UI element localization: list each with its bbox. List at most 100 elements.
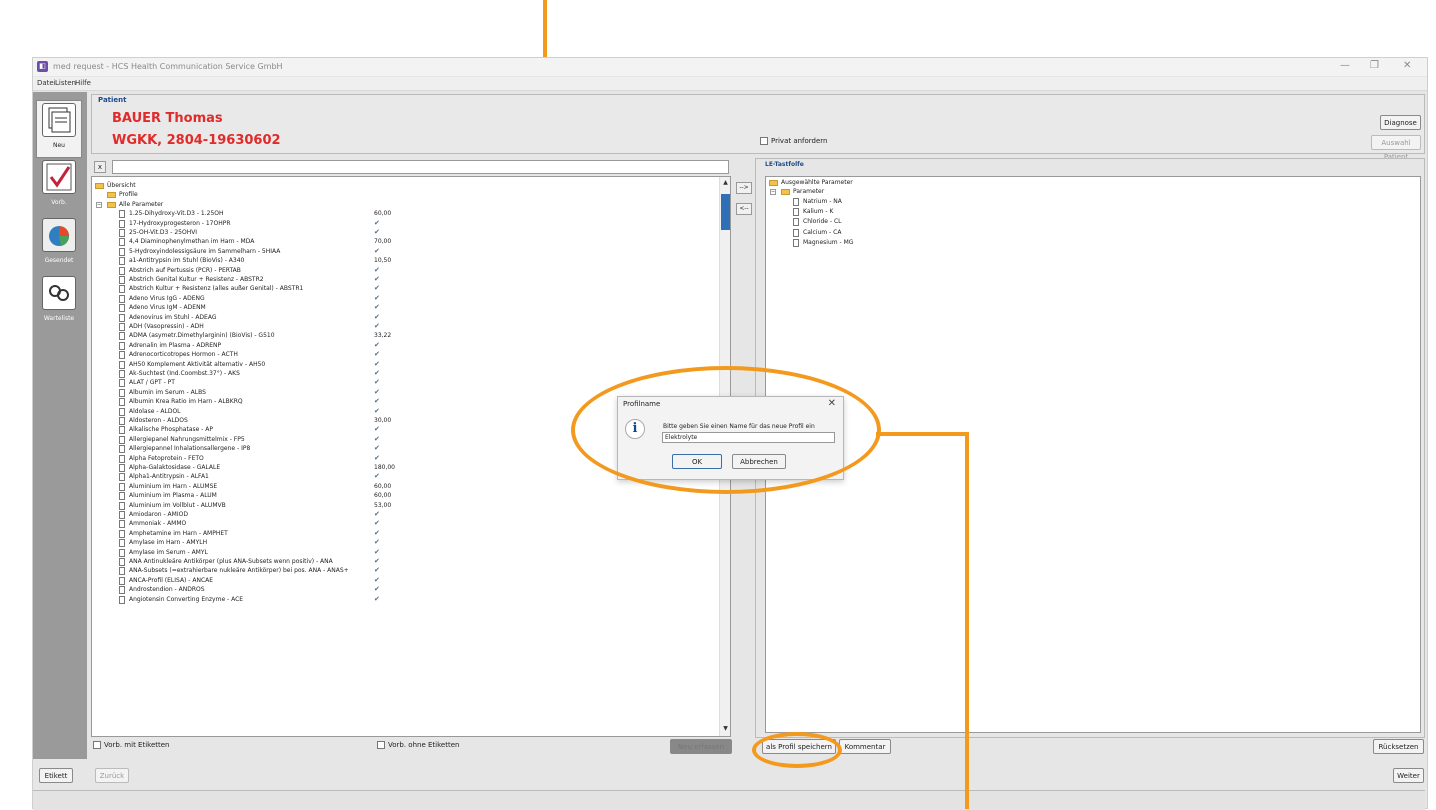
scroll-down-icon[interactable]: ▼ xyxy=(721,725,730,734)
clear-search-button[interactable]: x xyxy=(94,161,106,173)
parameter-item[interactable]: ADMA (asymetr.Dimethylarginin) (BioVis) … xyxy=(92,331,722,341)
check-icon: ✔ xyxy=(374,322,380,330)
search-input[interactable] xyxy=(112,160,729,174)
parameter-label: Alpha Fetoprotein - FETO xyxy=(129,454,204,462)
parameter-item[interactable]: Amylase im Serum - AMYL ✔ xyxy=(92,548,722,557)
selected-parameter-node[interactable]: − Parameter xyxy=(766,187,1396,196)
ruecksetzen-button[interactable]: Rücksetzen xyxy=(1373,739,1424,754)
parameter-item[interactable]: Aluminium im Harn - ALUMSE 60,00 xyxy=(92,482,722,491)
parameter-label: Adeno Virus IgM - ADENM xyxy=(129,304,206,312)
parameter-item[interactable]: Abstrich auf Pertussis (PCR) - PERTAB ✔ xyxy=(92,266,722,275)
parameter-item[interactable]: 1.25-Dihydroxy-Vit.D3 - 1.25OH 60,00 xyxy=(92,209,722,219)
diagnose-button[interactable]: Diagnose xyxy=(1380,115,1421,130)
document-icon xyxy=(119,501,125,510)
parameter-item[interactable]: Aluminium im Plasma - ALUM 60,00 xyxy=(92,491,722,501)
document-icon xyxy=(119,341,125,350)
collapse-icon[interactable]: − xyxy=(96,201,102,208)
check-icon: ✔ xyxy=(374,387,380,396)
sidebar-item-vorb[interactable]: Vorb. xyxy=(36,158,82,216)
parameter-value: 180,00 xyxy=(374,464,395,471)
parameter-item[interactable]: Ammoniak - AMMO ✔ xyxy=(92,519,722,529)
document-icon xyxy=(793,239,799,247)
parameter-label: Aluminium im Plasma - ALUM xyxy=(129,492,217,500)
scroll-thumb[interactable] xyxy=(721,194,730,230)
selected-parameter-label: Calcium - CA xyxy=(803,228,842,236)
tree-profile[interactable]: Profile xyxy=(92,190,722,199)
tree-alle[interactable]: − Alle Parameter xyxy=(92,200,722,209)
menu-hilfe[interactable]: Hilfe xyxy=(75,79,91,87)
vorb-mit-etiketten-checkbox[interactable]: Vorb. mit Etiketten xyxy=(93,741,170,749)
add-parameter-button[interactable]: --> xyxy=(736,182,752,194)
check-icon: ✔ xyxy=(374,575,380,584)
selected-parameter-item[interactable]: Magnesium - MG xyxy=(766,238,1396,247)
parameter-item[interactable]: a1-Antitrypsin im Stuhl (BioVis) - A340 1… xyxy=(92,256,722,266)
selected-parameter-item[interactable]: Kalium - K xyxy=(766,207,1396,217)
parameter-item[interactable]: Adrenocorticotropes Hormon - ACTH ✔ xyxy=(92,350,722,360)
parameter-item[interactable]: Adeno Virus IgG - ADENG ✔ xyxy=(92,294,722,303)
parameter-item[interactable]: Androstendion - ANDROS ✔ xyxy=(92,585,722,595)
selected-parameter-item[interactable]: Chloride - CL xyxy=(766,217,1396,227)
selected-parameter-item[interactable]: Natrium - NA xyxy=(766,197,1396,206)
sidebar-item-gesendet[interactable]: Gesendet xyxy=(36,216,82,274)
parameter-item[interactable]: 17-Hydroxyprogesteron - 17OHPR ✔ xyxy=(92,219,722,228)
parameter-item[interactable]: 4,4 Diaminophenylmethan im Harn - MDA 70,… xyxy=(92,237,722,247)
tree-root[interactable]: Übersicht xyxy=(92,181,722,190)
selected-parameter-item[interactable]: Calcium - CA xyxy=(766,228,1396,237)
parameter-item[interactable]: Amphetamine im Harn - AMPHET ✔ xyxy=(92,529,722,538)
parameter-item[interactable]: Adrenalin im Plasma - ADRENP ✔ xyxy=(92,341,722,350)
parameter-item[interactable]: Adeno Virus IgM - ADENM ✔ xyxy=(92,303,722,313)
parameter-item[interactable]: Aluminium im Vollblut - ALUMVB 53,00 xyxy=(92,501,722,510)
parameter-label: Adeno Virus IgG - ADENG xyxy=(129,294,205,302)
check-icon: ✔ xyxy=(374,340,380,349)
parameter-item[interactable]: Ak-Suchtest (Ind.Coombst.37°) - AKS ✔ xyxy=(92,369,722,378)
check-icon: ✔ xyxy=(374,557,380,565)
document-icon xyxy=(119,238,125,247)
parameter-item[interactable]: 25-OH-Vit.D3 - 25OHVI ✔ xyxy=(92,228,722,237)
vorb-ohne-etiketten-checkbox[interactable]: Vorb. ohne Etiketten xyxy=(377,741,459,749)
checkbox-box[interactable] xyxy=(377,741,385,749)
checkbox-box[interactable] xyxy=(93,741,101,749)
weiter-button[interactable]: Weiter xyxy=(1393,768,1424,783)
document-icon xyxy=(119,586,125,595)
etikett-button[interactable]: Etikett xyxy=(39,768,73,783)
parameter-item[interactable]: ADH (Vasopressin) - ADH ✔ xyxy=(92,322,722,331)
remove-parameter-button[interactable]: <-- xyxy=(736,203,752,215)
zurueck-button[interactable]: Zurück xyxy=(95,768,129,783)
selected-group-label: LE-Tastfolfe xyxy=(765,161,804,168)
parameter-item[interactable]: Abstrich Genital Kultur + Resistenz - AB… xyxy=(92,275,722,284)
scroll-up-icon[interactable]: ▲ xyxy=(721,179,730,188)
parameter-item[interactable]: Amiodaron - AMIOD ✔ xyxy=(92,510,722,519)
document-icon xyxy=(119,266,125,275)
close-icon[interactable]: ✕ xyxy=(1403,60,1411,71)
parameter-item[interactable]: Angiotensin Converting Enzyme - ACE ✔ xyxy=(92,595,722,604)
parameter-item[interactable]: Amylase im Harn - AMYLH ✔ xyxy=(92,538,722,548)
parameter-item[interactable]: 5-Hydroxyindolessigsäure im Sammelharn -… xyxy=(92,247,722,256)
parameter-item[interactable]: ANA Antinukleäre Antikörper (plus ANA-Su… xyxy=(92,557,722,566)
parameter-item[interactable]: ANA-Subsets (=extrahierbare nukleäre Ant… xyxy=(92,566,722,576)
neu-erfassen-button[interactable]: Neu erfassen xyxy=(670,739,732,754)
parameter-label: Alpha1-Antitrypsin - ALFA1 xyxy=(129,473,209,481)
kommentar-button[interactable]: Kommentar xyxy=(839,739,891,754)
auswahl-patient-button[interactable]: Auswahl Patient xyxy=(1371,135,1421,161)
parameter-item[interactable]: Adenovirus im Stuhl - ADEAG ✔ xyxy=(92,313,722,322)
parameter-item[interactable]: Abstrich Kultur + Resistenz (alles außer… xyxy=(92,284,722,294)
document-icon xyxy=(119,398,125,407)
check-icon: ✔ xyxy=(374,547,380,556)
privat-anfordern-checkbox[interactable]: Privat anfordern xyxy=(760,137,828,145)
sidebar-item-neu[interactable]: Neu xyxy=(36,100,82,158)
document-icon xyxy=(119,567,125,576)
parameter-label: Ak-Suchtest (Ind.Coombst.37°) - AKS xyxy=(129,370,240,377)
sidebar-item-warteliste[interactable]: Warteliste xyxy=(36,274,82,332)
collapse-icon[interactable]: − xyxy=(770,189,776,196)
minimize-icon[interactable]: — xyxy=(1340,60,1350,71)
parameter-label: Aldolase - ALDOL xyxy=(129,407,181,415)
parameter-item[interactable]: AH50 Komplement Aktivität alternativ - A… xyxy=(92,360,722,369)
privat-checkbox-box[interactable] xyxy=(760,137,768,145)
menu-listen[interactable]: Listen xyxy=(55,79,76,87)
parameter-value: 60,00 xyxy=(374,482,392,490)
restore-icon[interactable]: ❐ xyxy=(1370,60,1379,71)
selected-root[interactable]: Ausgewählte Parameter xyxy=(766,178,1396,187)
menu-datei[interactable]: Datei xyxy=(37,79,56,87)
document-icon xyxy=(119,548,125,557)
parameter-item[interactable]: ANCA-Profil (ELISA) - ANCAE ✔ xyxy=(92,576,722,585)
